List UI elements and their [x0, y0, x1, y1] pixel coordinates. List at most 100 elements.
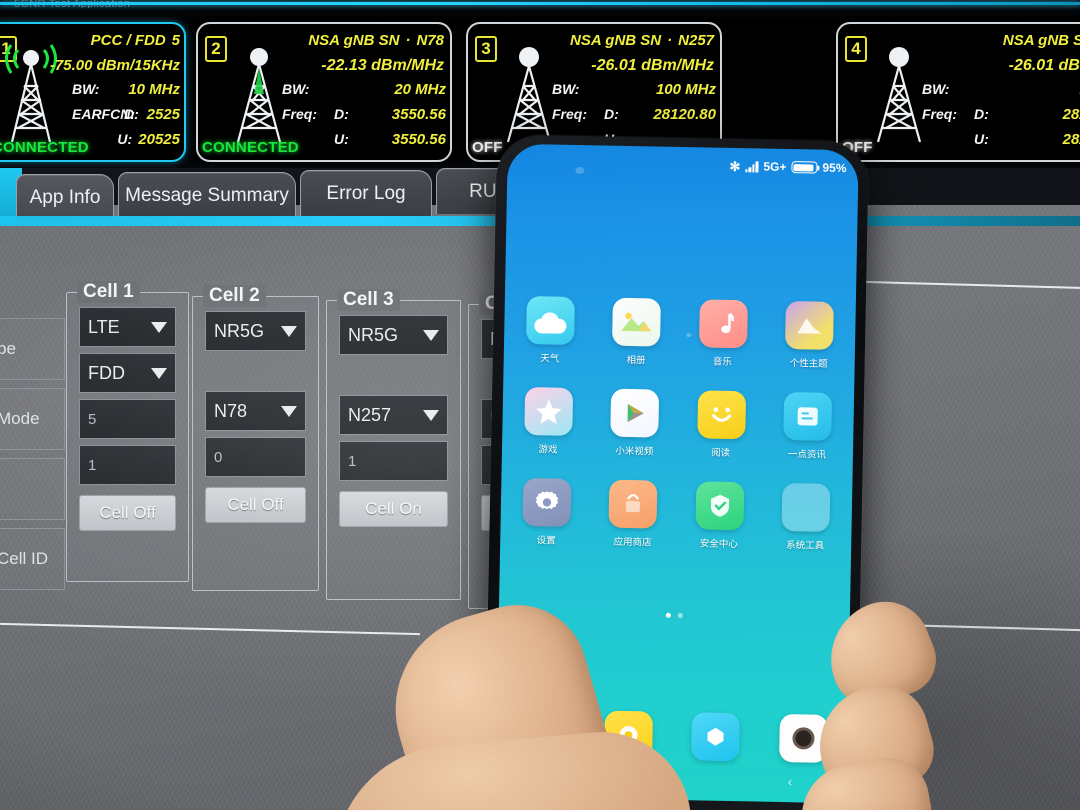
app-reading[interactable]: 阅读	[691, 390, 752, 459]
group-title: Cell 2	[203, 285, 266, 307]
cell-2-band-select[interactable]: N78	[205, 391, 306, 431]
app-label: 应用商店	[613, 536, 652, 549]
panel-power: -22.13 dBm/MHz	[321, 57, 444, 74]
chevron-down-icon	[151, 321, 167, 333]
security-center-icon	[695, 481, 745, 531]
panel-info: PCC / FDD 5 -75.00 dBm/15KHz	[50, 32, 180, 82]
ul-label: U:	[334, 131, 349, 147]
news-icon	[783, 391, 833, 441]
ul-value: 2822	[1062, 131, 1080, 148]
page-dot-active[interactable]	[665, 612, 671, 618]
cell-3-cellid-input[interactable]: 1	[339, 441, 448, 481]
recents-icon[interactable]: ≡	[550, 769, 558, 784]
freq-label: Freq:	[282, 106, 317, 122]
app-themes[interactable]: 个性主题	[779, 301, 840, 370]
cell-1-tech-select[interactable]: LTE	[79, 307, 176, 347]
app-label: 安全中心	[699, 538, 738, 551]
settings-icon	[522, 477, 572, 527]
cell-status-panel-4[interactable]: 4 NSA gNB SN -26.01 dBm	[836, 22, 1080, 162]
system-tools-folder-icon	[781, 482, 831, 532]
group-title: Cell 3	[337, 289, 400, 311]
back-icon[interactable]: ‹	[788, 774, 793, 789]
app-settings[interactable]: 设置	[516, 477, 577, 547]
page-dot[interactable]	[677, 612, 683, 619]
bw-label: BW:	[72, 81, 100, 97]
app-label: 小米视频	[615, 445, 654, 458]
gallery-icon	[612, 297, 662, 347]
app-system-tools-folder[interactable]: 系统工具	[775, 482, 836, 552]
cell-1-cellid-input[interactable]: 1	[79, 445, 176, 485]
panel-band: 5	[171, 32, 180, 49]
app-label: 天气	[540, 353, 560, 365]
label-cell-id: Cell ID	[0, 528, 65, 590]
panel-freq-rows: BW: 10 Freq: D: 2822 U: 2822	[922, 81, 1080, 156]
cell-2-tech-select[interactable]: NR5G	[205, 311, 306, 351]
cell-3-tech-select[interactable]: NR5G	[339, 315, 448, 355]
app-weather[interactable]: 天气	[520, 296, 581, 365]
value: N257	[348, 404, 392, 425]
cell-status-panel-1[interactable]: 1 PCC / FDD 5 -75.00 dBm/15KHz BW: 10 MH…	[0, 22, 186, 162]
camera-icon[interactable]	[779, 713, 828, 763]
cell-1-band-input[interactable]: 5	[79, 399, 176, 439]
freq-label: EARFCN:	[72, 106, 135, 122]
app-label: 系统工具	[786, 540, 825, 552]
panel-info: NSA gNB SN · N257 -26.01 dBm/MHz	[570, 32, 714, 74]
bw-value: 20 MHz	[394, 81, 446, 98]
panel-band: N78	[416, 32, 444, 49]
home-icon[interactable]: ▢	[667, 771, 680, 787]
cell-status-panel-2[interactable]: 2 NSA gNB SN · N78 -22.13 dBm/MHz BW: 20…	[196, 22, 452, 162]
smartphone-device[interactable]: ✻ 5G+ 95% 天气 相册 音乐 个性主题 游戏 小米视频 阅读 一点资讯 …	[484, 134, 869, 810]
phone-icon[interactable]	[516, 708, 566, 758]
music-icon	[698, 299, 748, 349]
app-news[interactable]: 一点资讯	[777, 391, 838, 461]
battery-icon	[791, 161, 818, 174]
group-title: Cell 1	[77, 281, 140, 303]
messaging-icon[interactable]	[603, 710, 653, 760]
dl-value: 28120.80	[653, 106, 716, 123]
panel-title: NSA gNB SN	[570, 32, 662, 49]
cell-2-cellid-input[interactable]: 0	[205, 437, 306, 477]
bw-label: BW:	[282, 81, 310, 97]
cell-2-toggle-button[interactable]: Cell Off	[205, 487, 306, 523]
value: LTE	[88, 316, 120, 337]
screen-glare	[575, 166, 585, 175]
app-mi-video[interactable]: 小米视频	[604, 388, 665, 458]
cell-3-toggle-button[interactable]: Cell On	[339, 491, 448, 527]
panel-divider	[860, 280, 1080, 290]
games-icon	[524, 387, 574, 436]
cell-1-duplex-select[interactable]: FDD	[79, 353, 176, 393]
value: NR5G	[348, 324, 399, 345]
app-store[interactable]: 应用商店	[602, 479, 663, 549]
tab-app-info[interactable]: App Info	[16, 174, 114, 220]
app-row: 设置 应用商店 安全中心 系统工具	[516, 477, 836, 552]
parameter-label-column: pe Mode Cell ID	[0, 318, 65, 598]
value: NR5G	[214, 320, 265, 341]
app-label: 一点资讯	[787, 449, 827, 461]
value: 1	[88, 456, 97, 474]
ul-label: U:	[117, 131, 133, 147]
cell-1-toggle-button[interactable]: Cell Off	[79, 495, 176, 531]
value: FDD	[88, 362, 125, 383]
phone-screen[interactable]: ✻ 5G+ 95% 天气 相册 音乐 个性主题 游戏 小米视频 阅读 一点资讯 …	[495, 143, 859, 804]
app-security-center[interactable]: 安全中心	[689, 481, 750, 550]
tab-message-summary[interactable]: Message Summary	[118, 172, 296, 218]
app-gallery[interactable]: 相册	[606, 297, 667, 367]
dl-value: 3550.56	[391, 106, 446, 123]
app-games[interactable]: 游戏	[518, 387, 579, 456]
app-label: 游戏	[538, 444, 558, 456]
panel-number-badge: 4	[845, 36, 867, 62]
browser-icon[interactable]	[691, 712, 741, 762]
bw-label: BW:	[552, 81, 580, 97]
tab-label: Message Summary	[125, 184, 289, 206]
tab-error-log[interactable]: Error Log	[300, 170, 432, 216]
label-blank	[0, 458, 65, 520]
bw-value: 10 MHz	[128, 81, 180, 98]
dl-label: D:	[334, 106, 349, 122]
tab-label: App Info	[29, 186, 101, 208]
value: 5	[88, 410, 97, 428]
app-music[interactable]: 音乐	[692, 299, 753, 368]
cell-3-band-select[interactable]: N257	[339, 395, 448, 435]
reading-icon	[696, 390, 746, 440]
chevron-down-icon	[423, 329, 439, 341]
